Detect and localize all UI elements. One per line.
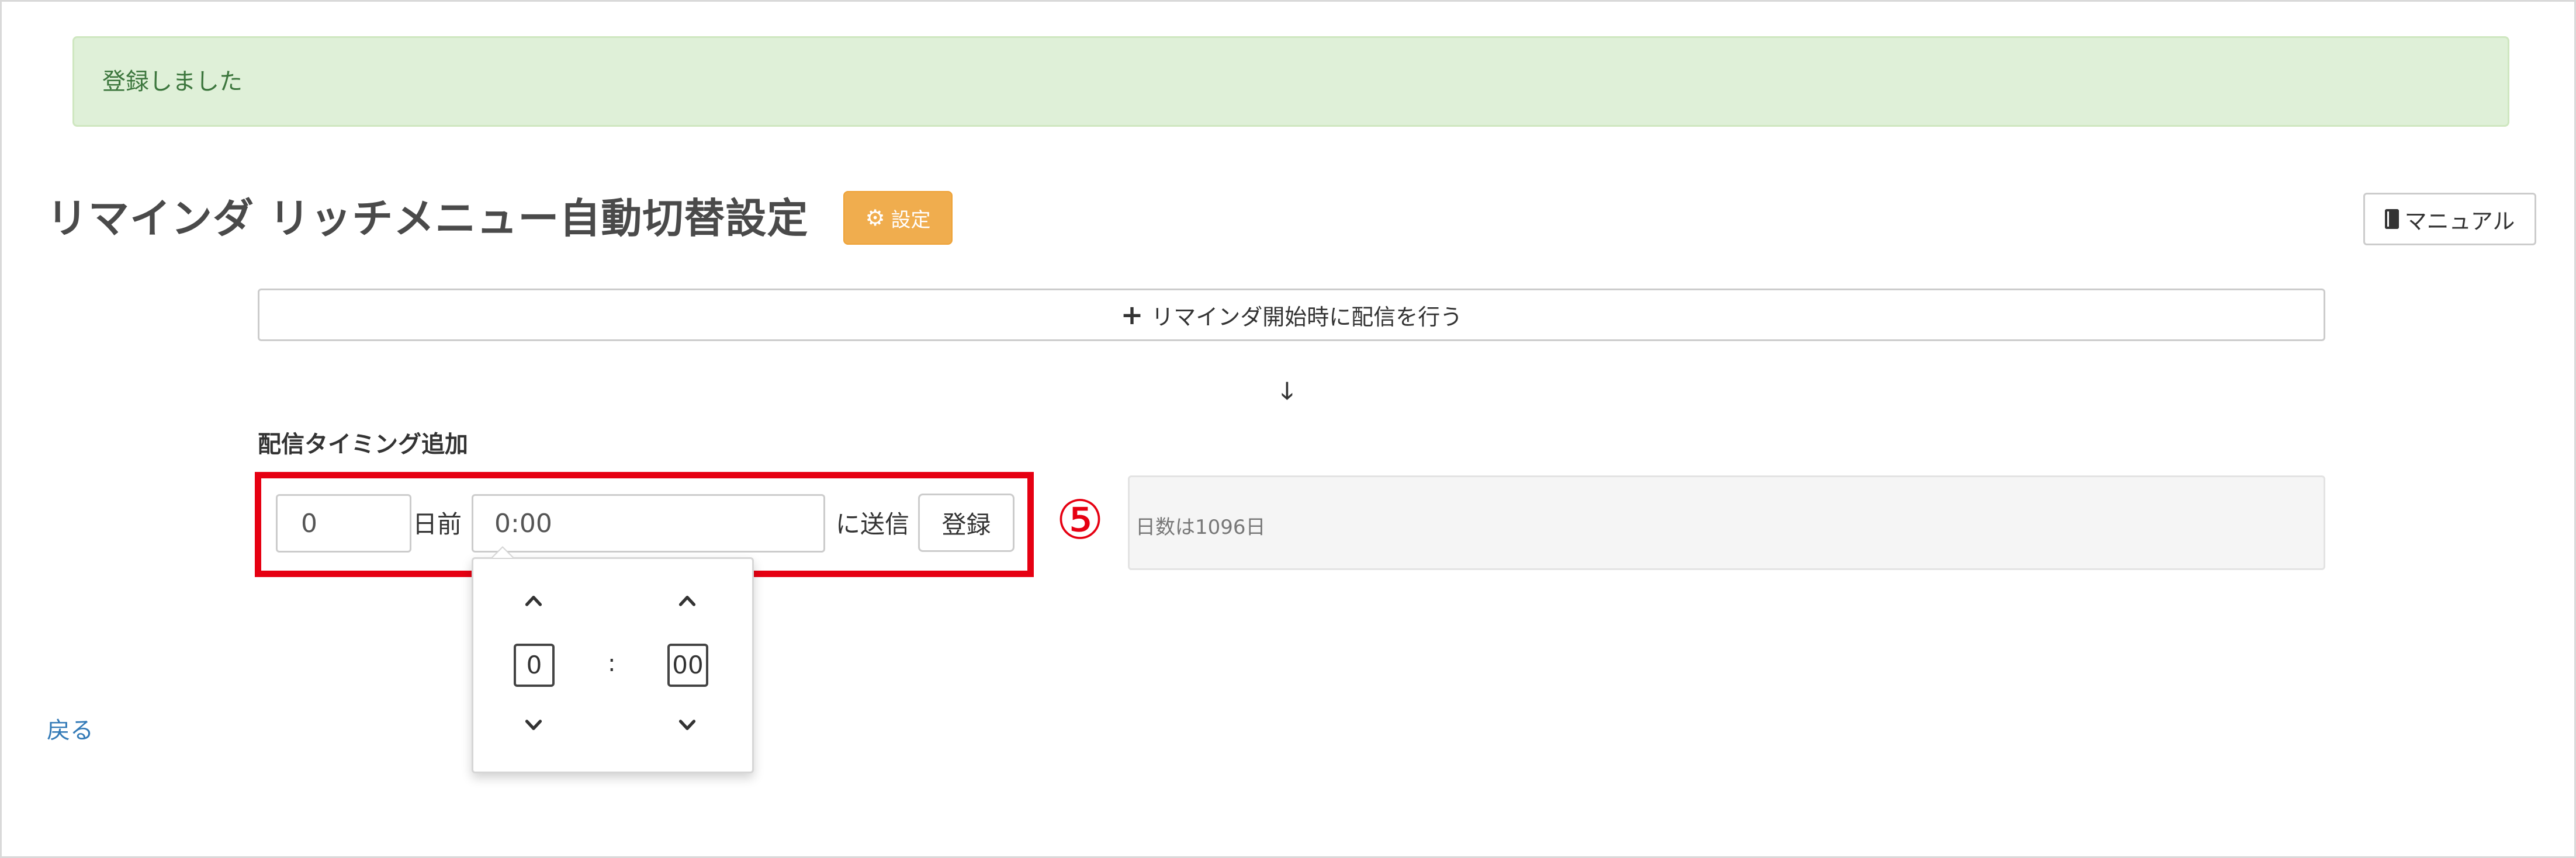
page-title: リマインダ リッチメニュー自動切替設定 [47, 194, 809, 242]
add-start-delivery-button[interactable]: + リマインダ開始時に配信を行う [258, 289, 2325, 341]
back-link[interactable]: 戻る [47, 711, 94, 745]
hour-value[interactable]: 0 [514, 644, 555, 687]
alert-message: 登録しました [102, 68, 243, 95]
plus-icon: + [1120, 299, 1144, 331]
settings-button-label: 設定 [891, 208, 931, 232]
gear-icon: ⚙ [865, 205, 885, 231]
success-alert: 登録しました [72, 36, 2509, 127]
picker-caret [491, 546, 514, 558]
minute-value[interactable]: 00 [667, 644, 708, 687]
manual-button[interactable]: マニュアル [2363, 193, 2536, 245]
register-button[interactable]: 登録 [918, 494, 1015, 552]
annotation-callout-number: ⑤ [1055, 489, 1105, 551]
info-text: 日数は1096日 [1135, 516, 1266, 539]
minute-increment-chevron-up-icon[interactable] [678, 592, 696, 609]
settings-button[interactable]: ⚙ 設定 [843, 191, 953, 245]
days-before-label: 日前 [413, 510, 462, 539]
days-before-input[interactable] [276, 494, 411, 553]
add-start-delivery-label: リマインダ開始時に配信を行う [1151, 304, 1463, 330]
info-panel: 日数は1096日 [1128, 475, 2325, 570]
time-picker-popup: 0 : 00 [472, 546, 754, 773]
hour-increment-chevron-up-icon[interactable] [525, 592, 542, 609]
section-label: 配信タイミング追加 [258, 431, 468, 458]
manual-button-label: マニュアル [2404, 208, 2515, 234]
hour-decrement-chevron-down-icon[interactable] [525, 717, 542, 734]
minute-decrement-chevron-down-icon[interactable] [678, 717, 696, 734]
send-label: に送信 [836, 510, 910, 539]
time-separator: : [608, 650, 616, 677]
send-time-input[interactable] [472, 494, 825, 553]
arrow-down-icon: 🡓 [1281, 378, 1293, 405]
book-icon [2384, 209, 2399, 229]
